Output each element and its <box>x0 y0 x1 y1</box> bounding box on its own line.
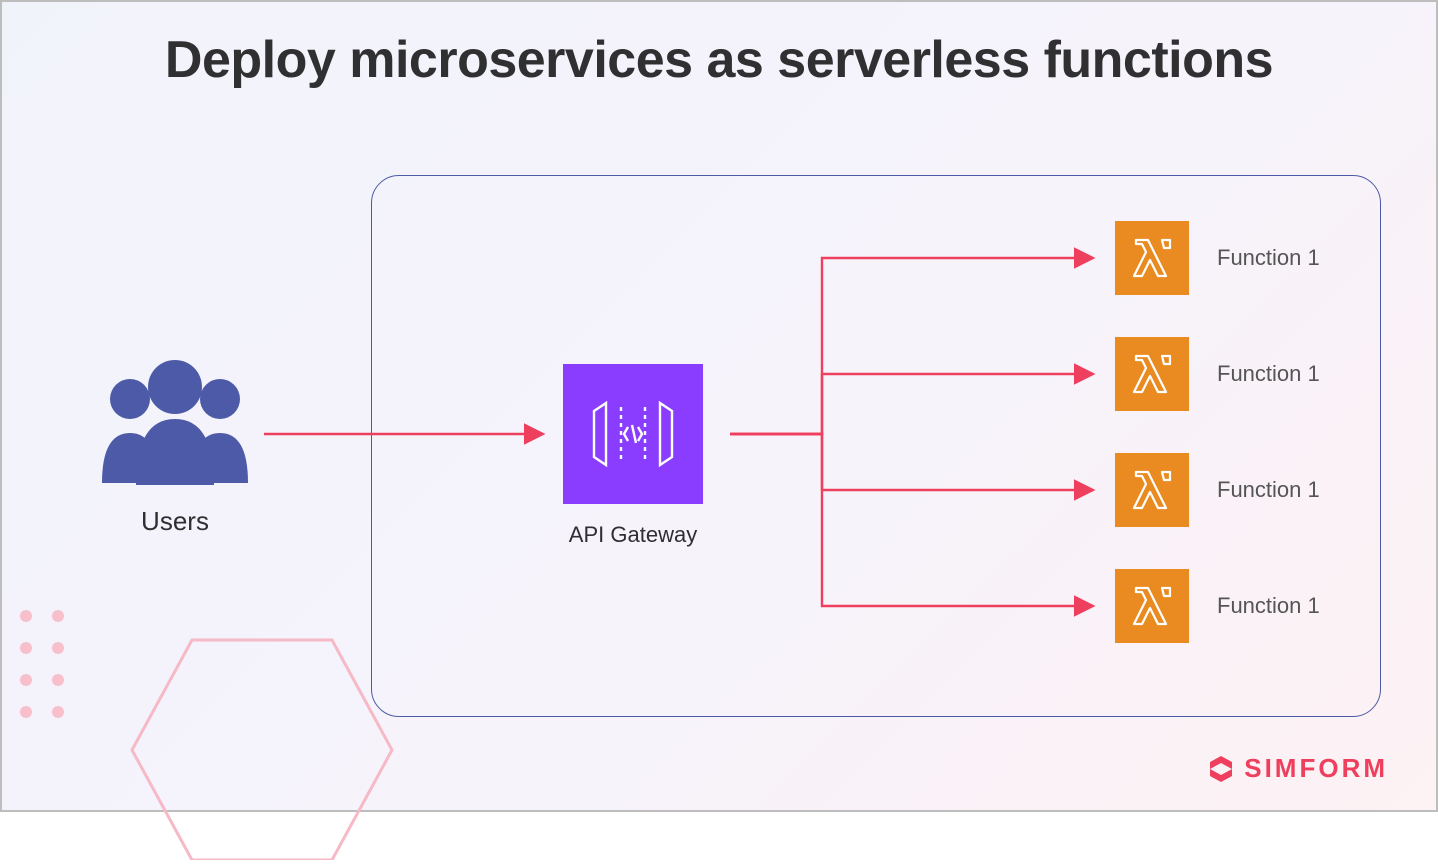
brand-mark-icon <box>1206 754 1236 784</box>
function-node-4: Function 1 <box>1115 569 1320 643</box>
api-gateway-icon <box>563 364 703 504</box>
function-label: Function 1 <box>1217 477 1320 503</box>
api-gateway-node: API Gateway <box>563 364 703 548</box>
decorative-hexagon <box>122 620 402 860</box>
lambda-icon <box>1115 453 1189 527</box>
users-label: Users <box>80 506 270 537</box>
api-gateway-label: API Gateway <box>563 522 703 548</box>
lambda-icon <box>1115 221 1189 295</box>
users-icon <box>90 357 260 487</box>
brand-logo: SIMFORM <box>1206 753 1388 784</box>
lambda-icon <box>1115 337 1189 411</box>
function-node-2: Function 1 <box>1115 337 1320 411</box>
function-node-3: Function 1 <box>1115 453 1320 527</box>
function-label: Function 1 <box>1217 245 1320 271</box>
function-label: Function 1 <box>1217 361 1320 387</box>
brand-text: SIMFORM <box>1244 753 1388 784</box>
function-node-1: Function 1 <box>1115 221 1320 295</box>
function-label: Function 1 <box>1217 593 1320 619</box>
diagram-title: Deploy microservices as serverless funct… <box>2 30 1436 90</box>
users-node: Users <box>80 357 270 537</box>
lambda-icon <box>1115 569 1189 643</box>
decorative-dots <box>20 610 66 720</box>
